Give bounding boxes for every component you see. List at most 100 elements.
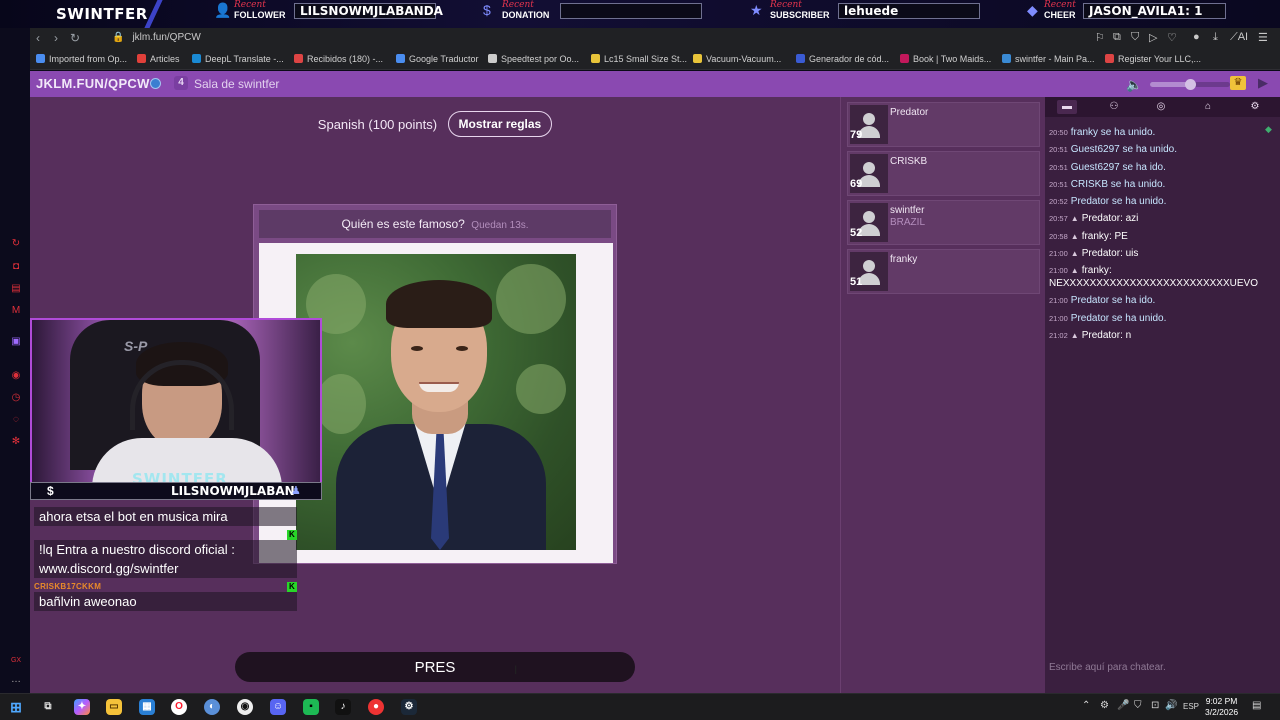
chat-log-line: 21:00 Predator se ha ido. (1049, 292, 1277, 309)
heart-icon[interactable]: ♡ (1167, 31, 1177, 44)
back-icon[interactable]: ‹ (36, 31, 40, 45)
store-icon[interactable]: ▦ (139, 699, 155, 715)
forward-icon[interactable]: › (54, 31, 58, 45)
user-icon: ▲ (1070, 214, 1079, 224)
copilot-icon[interactable]: ✦ (74, 699, 90, 715)
chat-log-text: n (1125, 329, 1132, 341)
address-bar[interactable]: 🔒 jklm.fun/QPCW (112, 31, 1092, 45)
chat-icon[interactable]: ▬ (1057, 100, 1077, 114)
player-card[interactable]: 52 swintfer BRAZIL (847, 200, 1040, 245)
bookmark-item[interactable]: Vacuum-Vacuum... (693, 52, 781, 66)
message-icon[interactable]: ▤ (10, 283, 22, 295)
player-card[interactable]: 51 franky (847, 249, 1040, 294)
bookmark-item[interactable]: Google Traductor (396, 52, 479, 66)
volume-icon[interactable]: 🔈 (1126, 77, 1142, 93)
home-icon[interactable]: ⌂ (1198, 100, 1218, 114)
ai-icon[interactable]: ⟋AI (1230, 31, 1248, 44)
chat-input[interactable] (1045, 657, 1280, 677)
bookmark-item[interactable]: Imported from Op... (36, 52, 127, 66)
bookmark-item[interactable]: Articles (137, 52, 180, 66)
chat-log-user[interactable]: Predator (1082, 213, 1120, 224)
bookmark-item[interactable]: Book | Two Maids... (900, 52, 991, 66)
bookmark-item[interactable]: Register Your LLC,... (1105, 52, 1201, 66)
player-card[interactable]: 69 CRISKB (847, 151, 1040, 196)
app-icon[interactable]: ▪ (303, 699, 319, 715)
profile-icon[interactable]: ● (1193, 31, 1200, 43)
taskbar-clock[interactable]: 9:02 PM 3/2/2026 (1205, 696, 1238, 718)
refresh-icon[interactable]: ↻ (10, 238, 22, 250)
language-indicator[interactable]: ESP (1183, 702, 1199, 711)
subscriber-value: lehuede (838, 3, 980, 19)
bookmark-item[interactable]: Recibidos (180) -... (294, 52, 383, 66)
chat-log-line: 20:57 ▲ Predator: azi (1049, 213, 1139, 225)
game-icon[interactable]: ◎ (1151, 100, 1171, 114)
reload-icon[interactable]: ↻ (70, 31, 80, 45)
shield-icon[interactable]: ⛉ (1131, 31, 1139, 44)
gx-icon[interactable]: GX (10, 655, 22, 667)
twitch-icon[interactable]: ▣ (10, 336, 22, 348)
chevron-up-icon[interactable]: ⌃ (1082, 700, 1090, 711)
subscriber-label: Recent SUBSCRIBER (770, 0, 830, 20)
settings-icon[interactable]: ⚙ (1245, 100, 1265, 114)
volume-slider-knob[interactable] (1185, 79, 1196, 90)
bookmark-item[interactable]: Speedtest por Oo... (488, 52, 579, 66)
bookmark-item[interactable]: Generador de cód... (796, 52, 889, 66)
file-explorer-icon[interactable]: ▭ (106, 699, 122, 715)
tray-app-icon[interactable]: ⚙ (1100, 700, 1109, 711)
gear-icon[interactable]: ✻ (10, 436, 22, 448)
browser-toolbar: ‹ › ↻ 🔒 jklm.fun/QPCW ⚐ ⧉ ⛉ ▷ ♡ ● ⤓ ⟋AI ☰ (30, 28, 1280, 48)
crown-icon[interactable]: ♛ (1230, 76, 1246, 90)
photo-foliage (316, 374, 366, 434)
bookmark-favicon (900, 54, 909, 63)
snapshot-icon[interactable]: ⧉ (1113, 31, 1121, 44)
circle-icon[interactable]: ◉ (10, 370, 22, 382)
chat-log-user[interactable]: franky (1082, 231, 1109, 242)
speedtest-icon (488, 54, 497, 63)
notification-icon[interactable]: ▤ (1252, 700, 1261, 711)
shield-icon[interactable]: ⛉ (1134, 700, 1142, 711)
player-icon[interactable]: ▷ (1149, 31, 1157, 44)
chat-log-text: Predator se ha unido. (1070, 196, 1167, 208)
steam-icon[interactable]: ⚙ (401, 699, 417, 715)
answer-input[interactable] (235, 652, 635, 682)
bookmark-item[interactable]: DeepL Translate -... (192, 52, 284, 66)
app-icon[interactable]: ◐ (204, 699, 220, 715)
chat-bubble-icon[interactable]: ◌ (10, 414, 22, 426)
clock-icon[interactable]: ◷ (10, 392, 22, 404)
text-cursor-icon: I (514, 663, 518, 677)
download-icon[interactable]: ⤓ (1213, 31, 1218, 44)
bookmark-item[interactable]: swintfer - Main Pa... (1002, 52, 1095, 66)
speaker-icon[interactable]: 🔊 (1165, 700, 1177, 711)
more-icon[interactable]: … (10, 674, 22, 686)
chat-log-user[interactable]: Predator (1082, 330, 1120, 341)
site-logo[interactable]: JKLM.FUN/QPCW (36, 76, 150, 91)
mail-icon[interactable]: M (10, 305, 22, 317)
bookmark-item[interactable]: Lc15 Small Size St... (591, 52, 687, 66)
bookmark-icon[interactable]: ⚐ (1095, 31, 1105, 44)
player-name: swintfer (890, 205, 925, 216)
players-icon[interactable]: ⚇ (1104, 100, 1124, 114)
play-icon[interactable]: ▶ (1258, 75, 1268, 91)
robot-icon[interactable]: ◘ (10, 261, 22, 273)
discord-icon[interactable]: ☺ (270, 699, 286, 715)
url-text: jklm.fun/QPCW (132, 32, 201, 43)
chat-log-line: 20:52 Predator se ha unido. (1049, 193, 1277, 210)
chat-log-user[interactable]: franky (1082, 265, 1109, 276)
volume-slider[interactable] (1150, 79, 1230, 90)
chat-log-line: 20:50 franky se ha unido. (1049, 124, 1277, 141)
microphone-icon[interactable]: 🎤 (1117, 700, 1129, 711)
tiktok-icon[interactable]: ♪ (335, 699, 351, 715)
stream-chat-message: CRISKB17CKKM K bañlvin aweonao (34, 582, 297, 611)
show-rules-button[interactable]: Mostrar reglas (447, 111, 553, 137)
opera-gx-icon[interactable]: O (171, 699, 187, 715)
menu-icon[interactable]: ☰ (1258, 31, 1268, 44)
task-view-icon[interactable]: ⧉ (40, 699, 56, 715)
player-card[interactable]: 79 Predator (847, 102, 1040, 147)
stream-chat-text: bañlvin aweonao (34, 592, 297, 611)
network-icon[interactable]: ⊡ (1151, 700, 1159, 711)
follower-icon: 👤 (214, 2, 232, 18)
windows-start-icon[interactable]: ⊞ (8, 699, 24, 715)
chat-log-user[interactable]: Predator (1082, 248, 1120, 259)
obs-icon[interactable]: ◉ (237, 699, 253, 715)
record-icon[interactable]: ● (368, 699, 384, 715)
